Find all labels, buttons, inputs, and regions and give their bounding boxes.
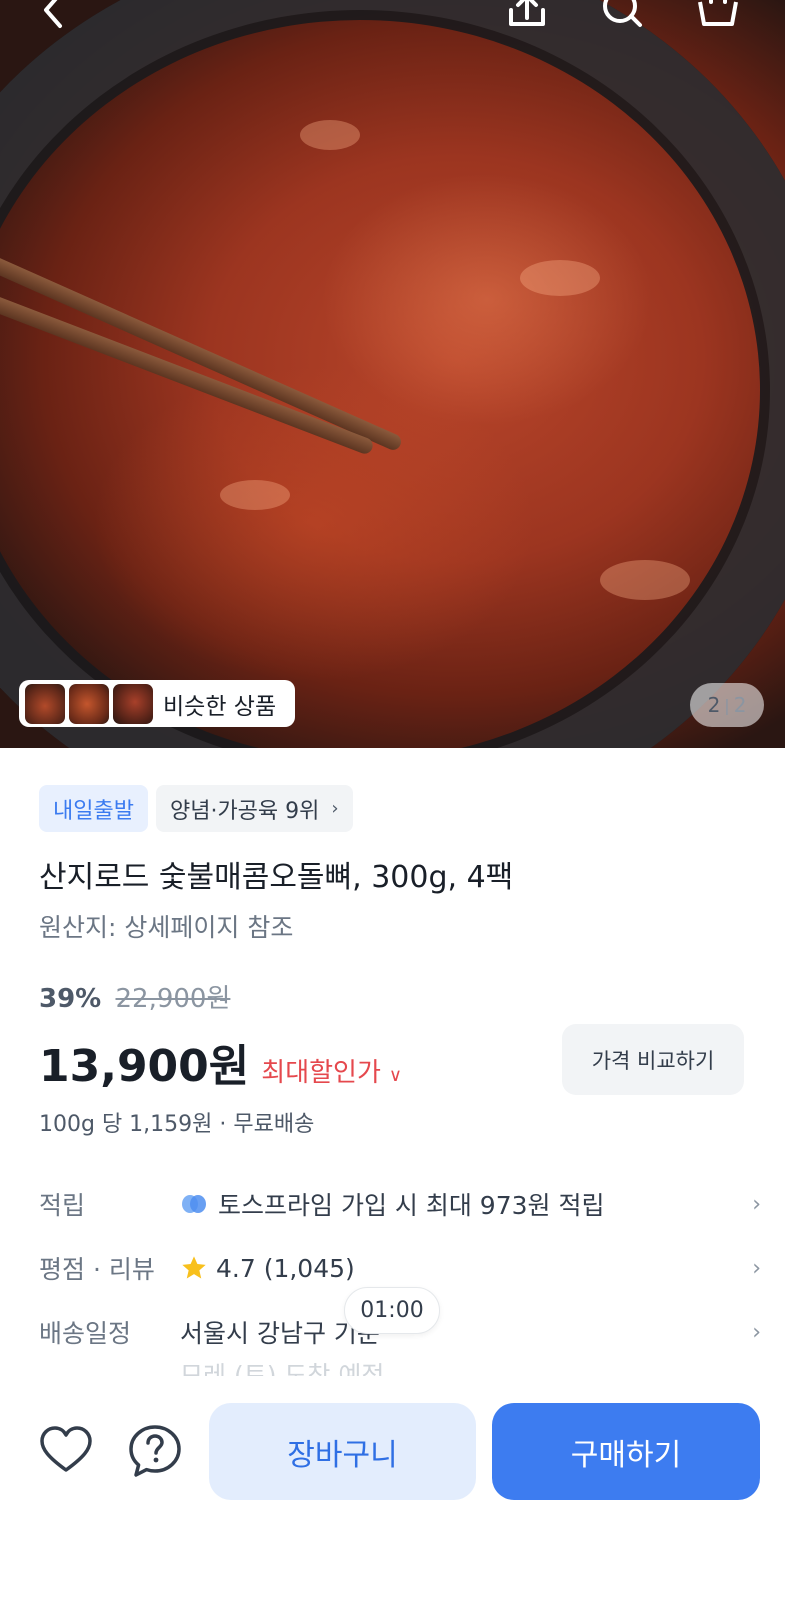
page-separator: | (724, 695, 730, 715)
points-label: 적립 (39, 1191, 86, 1220)
prime-icon (182, 1195, 206, 1213)
rating-value: 4.7 (1,045) (216, 1253, 355, 1283)
page-total: 2 (733, 693, 747, 717)
sale-price: 13,900원 (39, 1041, 250, 1092)
share-icon[interactable] (503, 0, 551, 30)
rating-row[interactable]: 평점 · 리뷰 4.7 (1,045) › (39, 1243, 761, 1293)
similar-thumbnail (69, 683, 109, 724)
delivery-label: 배송일정 (39, 1319, 132, 1348)
question-icon[interactable] (127, 1423, 183, 1479)
origin-info: 원산지: 상세페이지 참조 (39, 913, 294, 942)
category-rank-badge[interactable]: 양념·가공육 9위 › (155, 785, 353, 832)
pan-rim (0, 0, 785, 748)
page-current: 2 (707, 693, 721, 717)
chevron-right-icon: › (331, 798, 339, 819)
food-highlight (520, 260, 600, 296)
delivery-badge-label: 내일출발 (53, 798, 134, 824)
buy-now-button[interactable]: 구매하기 (492, 1403, 760, 1500)
chevron-right-icon: › (752, 1191, 761, 1217)
product-title: 산지로드 숯불매콤오돌뼈, 300g, 4팩 (39, 860, 514, 895)
points-value: 토스프라임 가입 시 최대 973원 적립 (218, 1191, 605, 1220)
search-icon[interactable] (598, 0, 646, 30)
delivery-estimate: 모레 (토) 도착 예정 (180, 1361, 385, 1376)
delivery-badge: 내일출발 (39, 785, 148, 832)
badge-row: 내일출발 양념·가공육 9위 › (39, 785, 353, 832)
original-price: 22,900원 (115, 984, 231, 1014)
max-discount-dropdown[interactable]: 최대할인가 ∨ (261, 1052, 402, 1089)
chevron-right-icon: › (752, 1319, 761, 1345)
image-page-indicator: 2 | 2 (690, 683, 764, 727)
similar-products-button[interactable]: 비슷한 상품 (19, 680, 295, 727)
discount-row: 39% 22,900원 (39, 978, 230, 1015)
price-compare-button[interactable]: 가격 비교하기 (562, 1024, 744, 1095)
category-rank-label: 양념·가공육 9위 (169, 798, 320, 824)
food-highlight (600, 560, 690, 600)
chevron-down-icon: ∨ (388, 1065, 403, 1086)
product-image[interactable] (0, 0, 785, 748)
rating-value-wrap: 4.7 (1,045) (180, 1254, 741, 1283)
rating-label: 평점 · 리뷰 (39, 1255, 155, 1284)
countdown-timer: 01:00 (344, 1287, 440, 1334)
delivery-value: 서울시 강남구 기준 (180, 1319, 380, 1348)
chevron-right-icon: › (752, 1255, 761, 1281)
points-value-wrap: 토스프라임 가입 시 최대 973원 적립 (180, 1186, 741, 1222)
discount-percent: 39% (39, 984, 102, 1014)
food-highlight (300, 120, 360, 150)
points-row[interactable]: 적립 토스프라임 가입 시 최대 973원 적립 › (39, 1179, 761, 1229)
similar-thumbnail (25, 683, 65, 724)
similar-products-label: 비슷한 상품 (163, 693, 277, 720)
price-row: 13,900원 최대할인가 ∨ (39, 1030, 402, 1094)
unit-price-shipping: 100g 당 1,159원 · 무료배송 (39, 1112, 315, 1137)
heart-icon[interactable] (38, 1423, 94, 1479)
back-icon[interactable] (34, 0, 82, 30)
max-discount-label: 최대할인가 (261, 1058, 381, 1088)
cart-icon[interactable] (694, 0, 742, 30)
food-highlight (220, 480, 290, 510)
similar-thumbnail (113, 683, 153, 724)
star-icon (182, 1256, 206, 1279)
add-to-cart-button[interactable]: 장바구니 (209, 1403, 476, 1500)
